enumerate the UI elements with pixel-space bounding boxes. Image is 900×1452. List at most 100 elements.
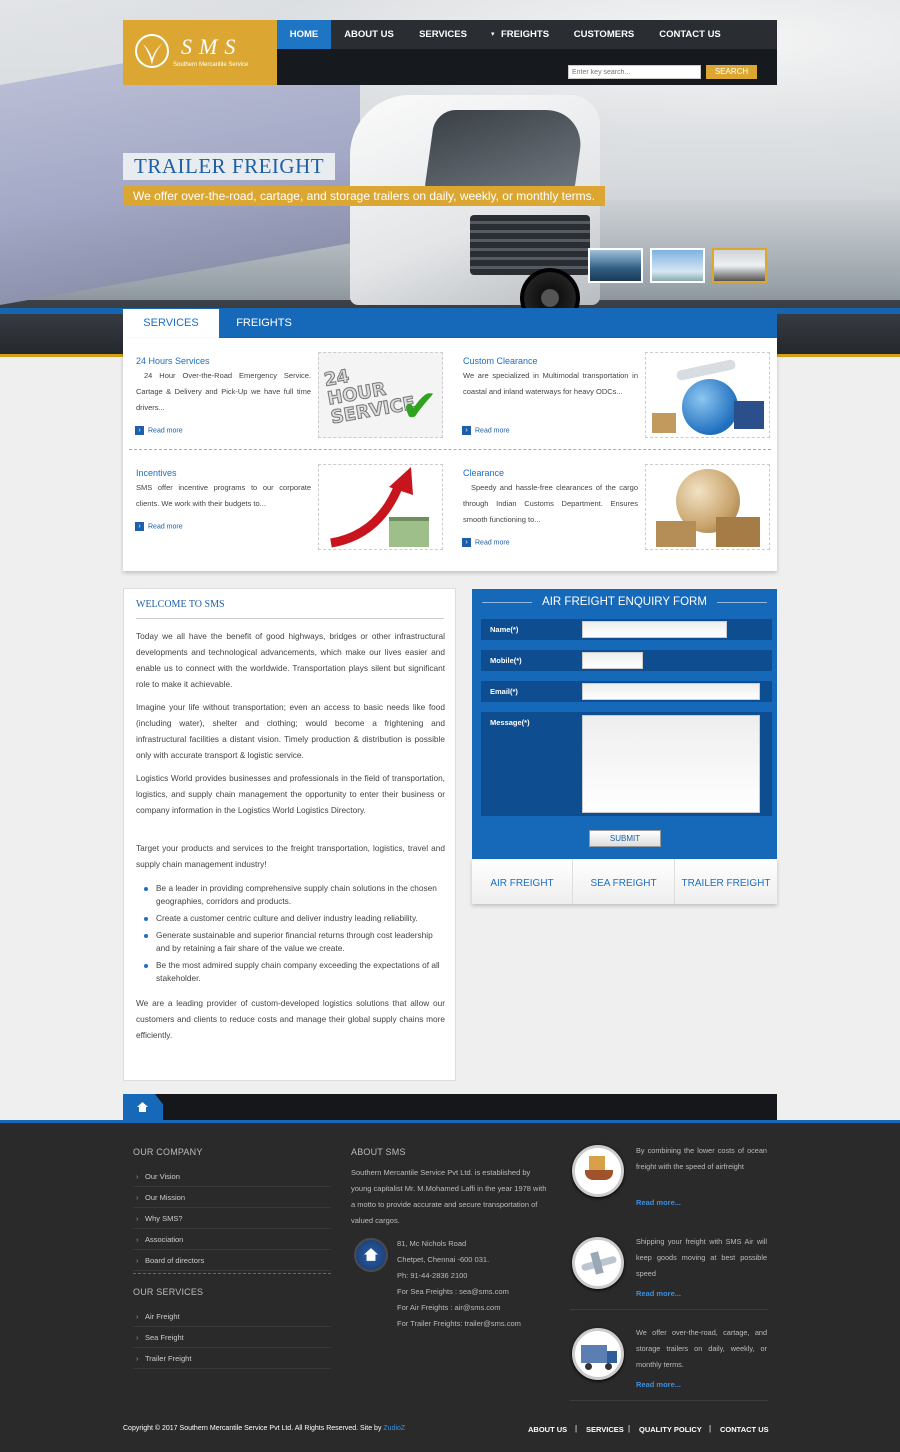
footer-link-our-vision[interactable]: Our Vision [133, 1166, 331, 1187]
service-card-24-hours: 24 Hours Services 24 Hour Over-the-Road … [123, 338, 443, 438]
footer-link-trailer-freight[interactable]: Trailer Freight [133, 1348, 331, 1369]
read-more-link[interactable]: › Read more [135, 426, 183, 435]
welcome-section: WELCOME TO SMS Today we all have the ben… [123, 588, 456, 1081]
service-image-growth-arrow [318, 464, 443, 550]
list-item: Be the most admired supply chain company… [144, 959, 445, 985]
read-more-label: Read more [148, 523, 183, 531]
email-sea[interactable]: For Sea Freights : sea@sms.com [397, 1284, 521, 1300]
read-more-link[interactable]: Read more... [636, 1380, 681, 1389]
form-row-email: Email(*) [481, 681, 772, 702]
arrow-right-icon: › [462, 426, 471, 435]
services-links: Air Freight Sea Freight Trailer Freight [133, 1306, 331, 1369]
site-logo[interactable]: SMS Southern Mercantile Service [123, 20, 277, 85]
arrow-right-icon: › [135, 522, 144, 531]
mobile-field[interactable] [582, 652, 643, 669]
service-title: Incentives [136, 468, 177, 478]
home-button[interactable] [123, 1094, 163, 1120]
nav-contact-us[interactable]: CONTACT US [651, 20, 729, 49]
read-more-link[interactable]: › Read more [462, 538, 510, 547]
service-card-clearance: Clearance Speedy and hassle-free clearan… [450, 450, 770, 550]
service-desc: We are specialized in Multimodal transpo… [463, 371, 638, 396]
slide-title: TRAILER FREIGHT [123, 153, 336, 180]
submit-button[interactable]: SUBMIT [589, 830, 661, 847]
email-field[interactable] [582, 683, 760, 700]
email-air[interactable]: For Air Freights : air@sms.com [397, 1300, 521, 1316]
tab-freights[interactable]: FREIGHTS [219, 309, 309, 338]
airplane-icon [572, 1237, 624, 1289]
mobile-label: Mobile(*) [490, 656, 522, 665]
form-row-mobile: Mobile(*) [481, 650, 772, 671]
slide-thumb-ship[interactable] [588, 248, 643, 283]
footer-link-board[interactable]: Board of directors [133, 1250, 331, 1271]
footer-link-our-mission[interactable]: Our Mission [133, 1187, 331, 1208]
link-separator: | [575, 1424, 578, 1433]
address-line: Chetpet, Chennai -600 031. [397, 1255, 490, 1264]
tab-services[interactable]: SERVICES [123, 309, 219, 338]
email-trailer[interactable]: For Trailer Freights: trailer@sms.com [397, 1316, 521, 1332]
form-row-name: Name(*) [481, 619, 772, 640]
tab-air-freight[interactable]: AIR FREIGHT [472, 859, 572, 904]
copyright: Copyright © 2017 Southern Mercantile Ser… [123, 1425, 405, 1432]
leaf-logo-icon [135, 34, 169, 68]
footer-heading-services: OUR SERVICES [133, 1287, 204, 1297]
search-button[interactable]: SEARCH [706, 65, 757, 79]
nav-home[interactable]: HOME [277, 20, 331, 49]
footer-link-association[interactable]: Association [133, 1229, 331, 1250]
arrow-right-icon: › [462, 538, 471, 547]
nav-customers[interactable]: CUSTOMERS [565, 20, 643, 49]
search-input[interactable] [568, 65, 701, 79]
name-label: Name(*) [490, 625, 519, 634]
footer-link-air-freight[interactable]: Air Freight [133, 1306, 331, 1327]
ship-icon [572, 1145, 624, 1197]
slide-thumb-truck[interactable] [712, 248, 767, 283]
service-title: Custom Clearance [463, 356, 538, 366]
globe-icon [682, 379, 738, 435]
hero-truck-windshield [424, 110, 586, 190]
address-badge [354, 1238, 388, 1272]
service-card-custom-clearance: Custom Clearance We are specialized in M… [450, 338, 770, 438]
welcome-bullet-list: Be a leader in providing comprehensive s… [144, 882, 445, 989]
footer-link-sea-freight[interactable]: Sea Freight [133, 1327, 331, 1348]
read-more-link[interactable]: Read more... [636, 1198, 681, 1207]
bottom-link-quality-policy[interactable]: QUALITY POLICY [639, 1425, 702, 1434]
tab-sea-freight[interactable]: SEA FREIGHT [572, 859, 674, 904]
name-field[interactable] [582, 621, 727, 638]
site-footer: OUR COMPANY Our Vision Our Mission Why S… [0, 1120, 900, 1452]
service-card-incentives: Incentives SMS offer incentive programs … [123, 450, 443, 550]
truck-icon [572, 1328, 624, 1380]
list-item: Create a customer centric culture and de… [144, 912, 445, 925]
nav-about-us[interactable]: ABOUT US [335, 20, 403, 49]
footer-divider [570, 1400, 768, 1401]
blurb-text: We offer over-the-road, cartage, and sto… [636, 1328, 767, 1369]
bottom-link-about-us[interactable]: ABOUT US [528, 1425, 567, 1434]
credit-link[interactable]: ZudioZ [383, 1425, 405, 1432]
bottom-link-contact-us[interactable]: CONTACT US [720, 1425, 769, 1434]
read-more-link[interactable]: › Read more [462, 426, 510, 435]
read-more-label: Read more [475, 539, 510, 547]
read-more-link[interactable]: Read more... [636, 1289, 681, 1298]
title-rule [717, 602, 767, 603]
nav-freights[interactable]: ▾ FREIGHTS [489, 20, 551, 49]
service-title: Clearance [463, 468, 505, 478]
welcome-paragraph: Target your products and services to the… [136, 843, 445, 869]
form-row-message: Message(*) [481, 712, 772, 816]
welcome-divider [136, 618, 444, 619]
nav-services[interactable]: SERVICES [409, 20, 477, 49]
read-more-link[interactable]: › Read more [135, 522, 183, 531]
phone-line: Ph: 91-44-2836 2100 [397, 1271, 468, 1280]
slide-subtitle: We offer over-the-road, cartage, and sto… [123, 186, 605, 206]
home-icon [137, 1102, 148, 1112]
message-field[interactable] [582, 715, 760, 813]
bottom-link-services[interactable]: SERVICES [586, 1425, 624, 1434]
footer-link-why-sms[interactable]: Why SMS? [133, 1208, 331, 1229]
service-desc: Speedy and hassle-free clearances of the… [463, 483, 638, 524]
footer-divider [570, 1309, 768, 1310]
logo-name: SMS [181, 34, 243, 59]
email-label: Email(*) [490, 687, 518, 696]
read-more-label: Read more [475, 427, 510, 435]
tab-trailer-freight[interactable]: TRAILER FREIGHT [674, 859, 777, 904]
copyright-text: Copyright © 2017 Southern Mercantile Ser… [123, 1425, 382, 1432]
logo-tagline: Southern Mercantile Service [173, 62, 249, 68]
slide-thumb-plane[interactable] [650, 248, 705, 283]
checkmark-icon: ✔ [401, 382, 438, 431]
